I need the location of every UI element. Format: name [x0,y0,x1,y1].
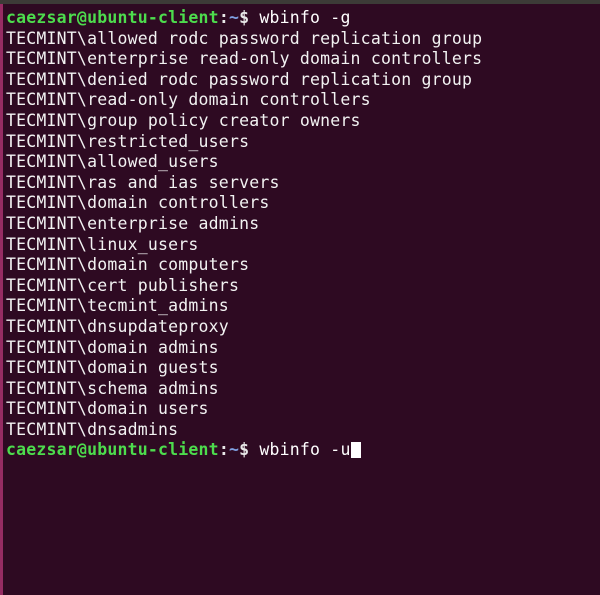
output-line: TECMINT\ras and ias servers [6,172,280,192]
output-line: TECMINT\enterprise read-only domain cont… [6,49,483,69]
output-line: TECMINT\denied rodc password replication… [6,69,473,89]
output-line: TECMINT\tecmint_admins [6,296,229,316]
output-line: TECMINT\domain users [6,399,209,419]
terminal-window[interactable]: caezsar@ubuntu-client:~$ wbinfo -g TECMI… [0,0,600,595]
output-line: TECMINT\allowed_users [6,152,219,172]
output-line: TECMINT\allowed rodc password replicatio… [6,28,483,48]
output-line: TECMINT\dnsadmins [6,419,179,439]
command-first [249,8,259,27]
command-output-list: TECMINT\allowed rodc password replicatio… [6,29,600,441]
terminal-screen[interactable]: caezsar@ubuntu-client:~$ wbinfo -g TECMI… [3,4,600,595]
prompt-path: ~ [228,440,240,460]
output-line: TECMINT\enterprise admins [6,213,260,233]
prompt-user-host: caezsar@ubuntu-client [6,8,219,27]
output-line: TECMINT\domain controllers [6,193,270,213]
command-input[interactable]: wbinfo -u [259,440,350,459]
output-line: TECMINT\read-only domain controllers [6,90,371,110]
output-line: TECMINT\linux_users [6,234,199,254]
prompt-colon: : [218,8,229,27]
output-line: TECMINT\dnsupdateproxy [6,316,229,336]
prompt-colon: : [218,440,229,460]
prompt-user-host: caezsar@ubuntu-client [6,440,219,460]
prompt-symbol: $ [239,440,250,460]
prompt-line-first: caezsar@ubuntu-client:~$ wbinfo -g [6,8,600,29]
output-line: TECMINT\domain computers [6,255,250,275]
output-line: TECMINT\schema admins [6,378,219,398]
command-first-text: wbinfo -g [259,8,351,27]
text-cursor [350,442,361,459]
output-line: TECMINT\restricted_users [6,131,250,151]
output-line: TECMINT\domain guests [6,358,219,378]
output-line: TECMINT\cert publishers [6,275,240,295]
output-line: TECMINT\domain admins [6,337,219,357]
prompt-path: ~ [228,8,240,27]
prompt-symbol: $ [239,8,250,27]
output-line: TECMINT\group policy creator owners [6,110,361,130]
prompt-line-active[interactable]: caezsar@ubuntu-client:~$ wbinfo -u [6,440,600,461]
